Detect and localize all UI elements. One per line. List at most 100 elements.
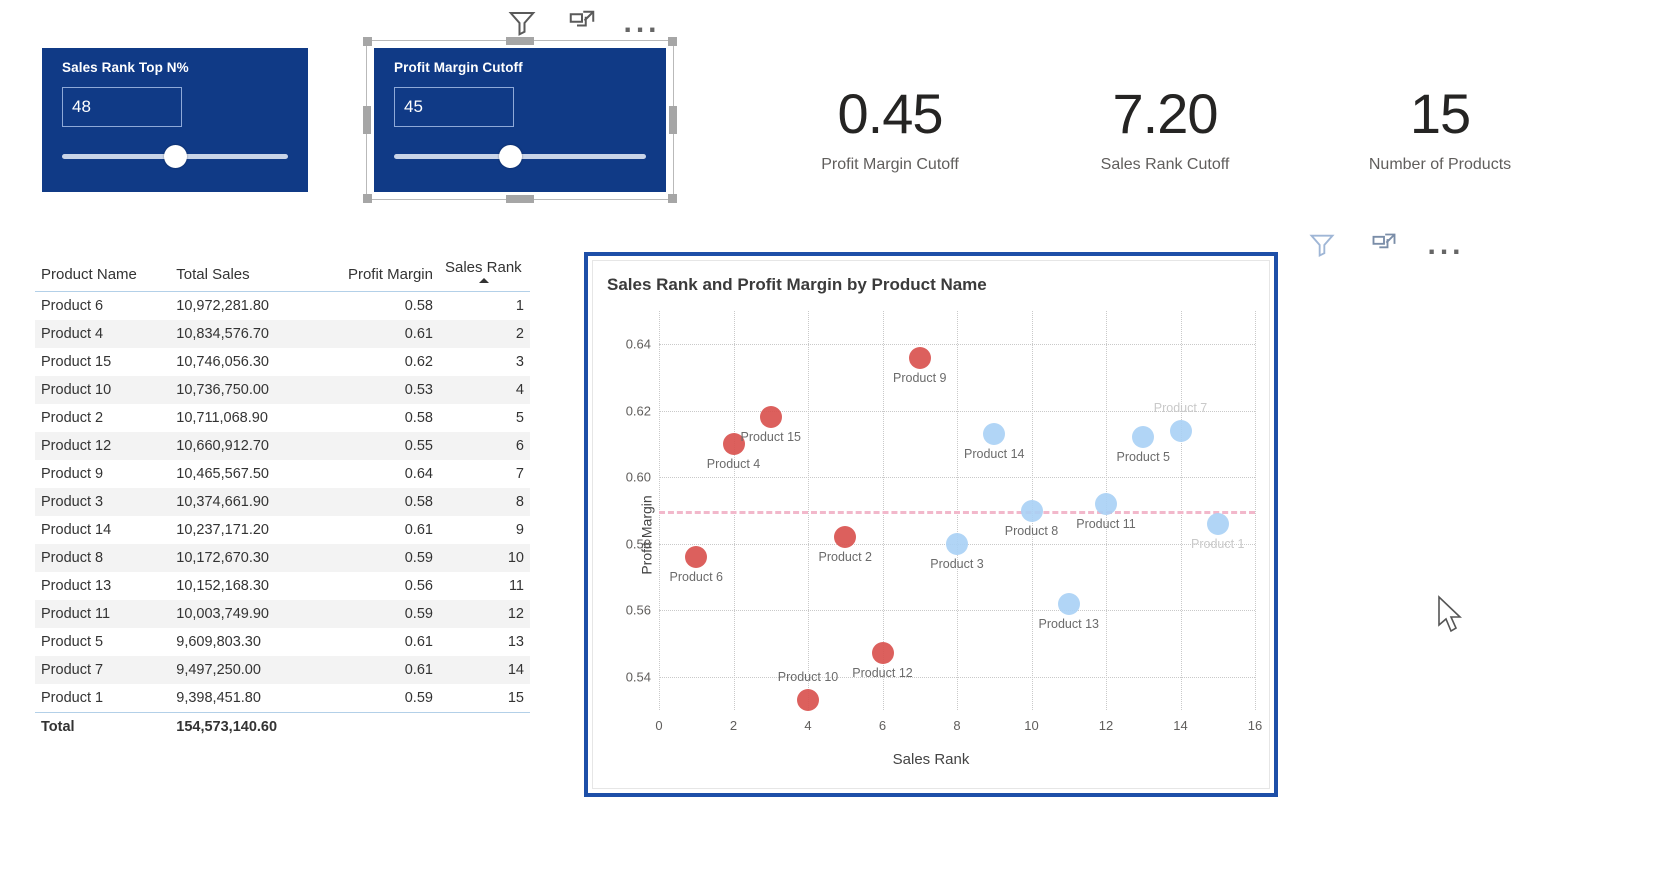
x-axis-tick-label: 6: [878, 718, 887, 733]
slicer-slider[interactable]: [62, 145, 288, 168]
scatter-point[interactable]: [908, 346, 931, 369]
cell-product-name: Product 1: [41, 690, 104, 706]
slicer-profit-margin-cutoff[interactable]: Profit Margin Cutoff 45: [374, 48, 666, 192]
table-row[interactable]: Product 11 10,003,749.90 0.59 12: [35, 600, 530, 628]
total-label: Total: [35, 712, 171, 741]
products-table-visual[interactable]: Product Name Total Sales Profit Margin S…: [35, 255, 530, 741]
table-row[interactable]: Product 6 10,972,281.80 0.58 1: [35, 292, 530, 321]
cell-profit-margin: 0.61: [404, 662, 433, 678]
chart-title: Sales Rank and Profit Margin by Product …: [607, 275, 987, 294]
table-row[interactable]: Product 3 10,374,661.90 0.58 8: [35, 488, 530, 516]
table-row[interactable]: Product 10 10,736,750.00 0.53 4: [35, 376, 530, 404]
scatter-point[interactable]: [1095, 492, 1117, 515]
column-header-sales-rank[interactable]: Sales Rank: [438, 255, 530, 292]
cell-total-sales: 10,465,567.50: [176, 466, 269, 482]
scatter-point[interactable]: [946, 532, 968, 555]
focus-mode-icon[interactable]: [1367, 228, 1401, 262]
scatter-point-label: Product 11: [1076, 516, 1136, 531]
table-row[interactable]: Product 2 10,711,068.90 0.58 5: [35, 404, 530, 432]
gridline-vertical: [1255, 311, 1256, 710]
scatter-point[interactable]: [1132, 426, 1155, 449]
scatter-point-label: Product 1: [1190, 536, 1245, 551]
cell-profit-margin: 0.64: [404, 466, 433, 482]
kpi-card-sales-rank-cutoff[interactable]: 7.20 Sales Rank Cutoff: [1020, 86, 1310, 174]
chart-visual-toolbar[interactable]: ...: [1305, 228, 1463, 262]
kpi-label: Sales Rank Cutoff: [1100, 156, 1230, 173]
resize-handle-middle-left[interactable]: [363, 106, 371, 134]
chart-gridlines: Product 6 Product 4 Product 15 Product 10 Pr…: [659, 311, 1256, 712]
kpi-card-profit-margin-cutoff[interactable]: 0.45 Profit Margin Cutoff: [745, 86, 1035, 174]
slicer-knob[interactable]: [164, 145, 187, 168]
cell-profit-margin: 0.58: [404, 410, 433, 426]
scatter-point[interactable]: [1169, 419, 1192, 442]
cell-sales-rank: 4: [515, 382, 524, 398]
cell-sales-rank: 12: [507, 606, 524, 622]
scatter-point[interactable]: [983, 423, 1006, 446]
scatter-point-label: Product 4: [706, 456, 761, 471]
scatter-point-label: Product 3: [930, 556, 984, 571]
kpi-card-number-of-products[interactable]: 15 Number of Products: [1295, 86, 1585, 174]
table-row[interactable]: Product 7 9,497,250.00 0.61 14: [35, 656, 530, 684]
column-header-profit-margin[interactable]: Profit Margin: [317, 255, 439, 292]
slicer-slider[interactable]: [394, 145, 646, 168]
table-row[interactable]: Product 8 10,172,670.30 0.59 10: [35, 544, 530, 572]
scatter-point[interactable]: [797, 689, 819, 712]
more-options-icon[interactable]: ...: [1428, 228, 1463, 262]
cell-total-sales: 10,237,171.20: [176, 522, 269, 538]
focus-mode-icon[interactable]: [565, 6, 599, 40]
cell-sales-rank: 13: [507, 634, 524, 650]
slicer-value-input[interactable]: 48: [62, 87, 182, 127]
table-row[interactable]: Product 1 9,398,451.80 0.59 15: [35, 684, 530, 713]
table-row[interactable]: Product 14 10,237,171.20 0.61 9: [35, 516, 530, 544]
table-header: Product Name Total Sales Profit Margin S…: [35, 255, 530, 292]
cell-total-sales: 10,152,168.30: [176, 578, 269, 594]
cell-product-name: Product 9: [41, 466, 104, 482]
x-axis-tick-label: 16: [1247, 718, 1263, 733]
chart-y-axis-label: Profit Margin: [638, 495, 655, 575]
table-row[interactable]: Product 5 9,609,803.30 0.61 13: [35, 628, 530, 656]
cell-sales-rank: 6: [515, 438, 524, 454]
resize-handle-top-right[interactable]: [668, 37, 677, 46]
scatter-point[interactable]: [685, 546, 708, 569]
scatter-point-label: Product 10: [777, 670, 839, 685]
scatter-point[interactable]: [1020, 499, 1043, 522]
cell-product-name: Product 6: [41, 298, 104, 314]
x-axis-tick-label: 10: [1024, 718, 1039, 733]
table-row[interactable]: Product 4 10,834,576.70 0.61 2: [35, 320, 530, 348]
scatter-point-label: Product 7: [1153, 400, 1208, 415]
cell-profit-margin: 0.59: [404, 550, 433, 566]
more-options-icon[interactable]: ...: [624, 6, 659, 40]
column-header-product-name[interactable]: Product Name: [35, 255, 171, 292]
resize-handle-middle-right[interactable]: [669, 106, 677, 134]
resize-handle-bottom-middle[interactable]: [506, 195, 534, 203]
cell-sales-rank: 8: [515, 494, 524, 510]
resize-handle-bottom-right[interactable]: [668, 194, 677, 203]
column-header-total-sales[interactable]: Total Sales: [170, 255, 318, 292]
slicer-visual-toolbar[interactable]: ...: [505, 6, 659, 40]
scatter-chart-visual[interactable]: Sales Rank and Profit Margin by Product …: [584, 252, 1278, 797]
scatter-point[interactable]: [834, 526, 857, 549]
cell-sales-rank: 5: [515, 410, 524, 426]
mouse-cursor: [1437, 595, 1463, 635]
column-header-sales-rank-label: Sales Rank: [444, 259, 522, 276]
x-axis-tick-label: 4: [804, 718, 812, 733]
chart-plot-area: Product 6 Product 4 Product 15 Product 10 Pr…: [626, 311, 1262, 733]
scatter-point-label: Product 15: [740, 430, 801, 445]
scatter-point[interactable]: [871, 642, 894, 665]
slicer-sales-rank-top-n[interactable]: Sales Rank Top N% 48: [42, 48, 308, 192]
table-row[interactable]: Product 15 10,746,056.30 0.62 3: [35, 348, 530, 376]
slicer-value-input[interactable]: 45: [394, 87, 514, 127]
table-row[interactable]: Product 12 10,660,912.70 0.55 6: [35, 432, 530, 460]
scatter-point[interactable]: [1206, 512, 1229, 535]
cell-total-sales: 9,398,451.80: [176, 690, 261, 706]
scatter-point[interactable]: [1057, 592, 1080, 615]
cell-sales-rank: 10: [507, 550, 524, 566]
filter-icon[interactable]: [1305, 228, 1339, 262]
scatter-point[interactable]: [759, 406, 782, 429]
slicer-knob[interactable]: [498, 145, 522, 168]
table-row[interactable]: Product 9 10,465,567.50 0.64 7: [35, 460, 530, 488]
filter-icon[interactable]: [505, 6, 539, 40]
resize-handle-top-left[interactable]: [363, 37, 372, 46]
resize-handle-bottom-left[interactable]: [363, 194, 372, 203]
table-row[interactable]: Product 13 10,152,168.30 0.56 11: [35, 572, 530, 600]
